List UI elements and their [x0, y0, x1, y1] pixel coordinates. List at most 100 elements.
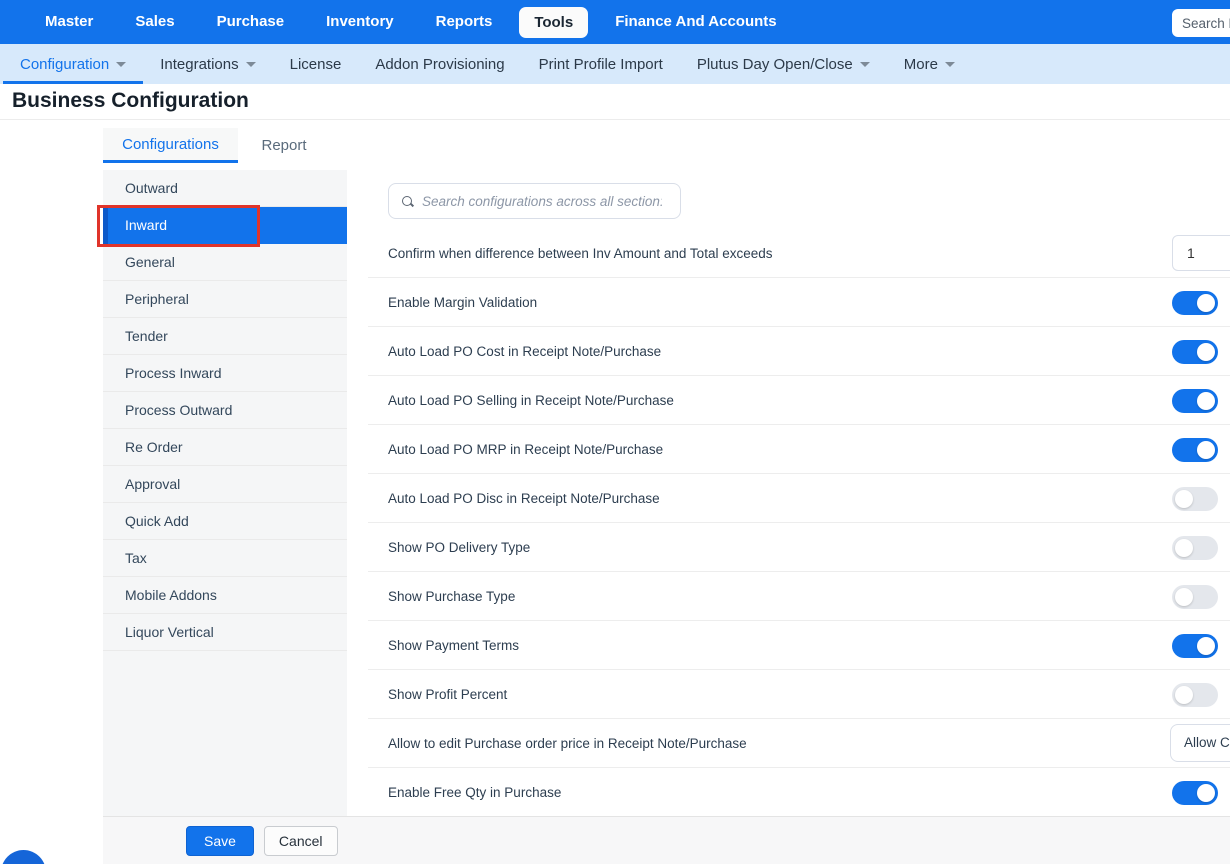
sidebar-item-process-outward[interactable]: Process Outward	[103, 392, 347, 429]
sidebar-item-tax[interactable]: Tax	[103, 540, 347, 577]
setting-row-auto-load-po-mrp-in-receipt-note-purchase: Auto Load PO MRP in Receipt Note/Purchas…	[368, 425, 1230, 474]
cancel-button[interactable]: Cancel	[263, 825, 338, 856]
topnav-item-tools[interactable]: Tools	[519, 6, 589, 38]
setting-row-show-purchase-type: Show Purchase Type	[368, 572, 1230, 621]
subnav-item-configuration[interactable]: Configuration	[3, 44, 144, 84]
toggle-switch[interactable]	[1172, 340, 1218, 364]
setting-row-show-profit-percent: Show Profit Percent	[368, 670, 1230, 719]
topnav-item-inventory[interactable]: Inventory	[305, 0, 415, 44]
app-window: Master Sales Purchase Inventory Reports Tools…	[0, 0, 1230, 864]
sidebar-item-approval[interactable]: Approval	[103, 466, 347, 503]
setting-label: Show Payment Terms	[388, 637, 520, 653]
subnav-item-label: Addon Provisioning	[375, 55, 505, 73]
subnav-item-label: More	[903, 55, 938, 73]
setting-row-show-payment-terms: Show Payment Terms	[368, 621, 1230, 670]
subnav-item-label: Print Profile Import	[538, 55, 663, 73]
top-nav-items: Master Sales Purchase Inventory Reports Tools…	[0, 0, 1230, 44]
toggle-switch[interactable]	[1172, 536, 1218, 560]
setting-row-enable-free-qty-in-purchase: Enable Free Qty in Purchase	[368, 768, 1230, 816]
setting-label: Enable Margin Validation	[388, 294, 538, 310]
content-area: Configurations Report Outward Inward Genera…	[0, 120, 1230, 864]
sidebar-item-liquor-vertical[interactable]: Liquor Vertical	[103, 614, 347, 651]
chevron-down-icon	[859, 61, 870, 67]
sidebar-item-inward[interactable]: Inward	[103, 207, 347, 244]
setting-select[interactable]: Allow Co	[1170, 724, 1230, 762]
subnav-item-plutus-day-open-close[interactable]: Plutus Day Open/Close	[680, 44, 887, 84]
toggle-switch[interactable]	[1172, 291, 1218, 315]
config-search-input[interactable]	[422, 193, 662, 209]
subnav-item-label: Integrations	[160, 55, 239, 73]
toggle-knob	[1197, 637, 1215, 655]
settings-rows: Confirm when difference between Inv Amou…	[368, 229, 1230, 816]
setting-label: Show Profit Percent	[388, 686, 508, 702]
setting-row-auto-load-po-disc-in-receipt-note-purchase: Auto Load PO Disc in Receipt Note/Purcha…	[368, 474, 1230, 523]
setting-label: Confirm when difference between Inv Amou…	[388, 245, 773, 261]
topnav-item-master[interactable]: Master	[24, 0, 114, 44]
sidebar-item-general[interactable]: General	[103, 244, 347, 281]
toggle-switch[interactable]	[1172, 438, 1218, 462]
topnav-item-sales[interactable]: Sales	[114, 0, 195, 44]
toggle-switch[interactable]	[1172, 389, 1218, 413]
toggle-knob	[1175, 686, 1193, 704]
topnav-item-finance-and-accounts[interactable]: Finance And Accounts	[594, 0, 797, 44]
toggle-knob	[1175, 588, 1193, 606]
setting-label: Show Purchase Type	[388, 588, 516, 604]
setting-row-allow-to-edit-purchase-order-price-in-receipt-note-purchase: Allow to edit Purchase order price in Re…	[368, 719, 1230, 768]
page-title-bar: Business Configuration	[0, 84, 1230, 120]
setting-row-show-po-delivery-type: Show PO Delivery Type	[368, 523, 1230, 572]
tab-configurations[interactable]: Configurations	[103, 128, 238, 163]
subnav-item-license[interactable]: License	[273, 44, 359, 84]
page-title: Business Configuration	[12, 89, 249, 112]
sidebar-item-process-inward[interactable]: Process Inward	[103, 355, 347, 392]
setting-label: Allow to edit Purchase order price in Re…	[388, 735, 747, 751]
sidebar-item-re-order[interactable]: Re Order	[103, 429, 347, 466]
setting-row-confirm-when-difference-between-inv-amount-and-total-exceeds: Confirm when difference between Inv Amou…	[368, 229, 1230, 278]
toggle-switch[interactable]	[1172, 683, 1218, 707]
topnav-item-purchase[interactable]: Purchase	[196, 0, 306, 44]
toggle-knob	[1197, 392, 1215, 410]
sidebar-item-peripheral[interactable]: Peripheral	[103, 281, 347, 318]
setting-label: Show PO Delivery Type	[388, 539, 531, 555]
setting-row-enable-margin-validation: Enable Margin Validation	[368, 278, 1230, 327]
config-sections-sidebar: Outward Inward General Peripheral Tender Proc…	[103, 170, 347, 816]
setting-label: Auto Load PO MRP in Receipt Note/Purchas…	[388, 441, 664, 457]
setting-value-input[interactable]	[1172, 235, 1230, 271]
chevron-down-icon	[944, 61, 955, 67]
tab-bar: Configurations Report	[103, 128, 330, 163]
toggle-knob	[1175, 539, 1193, 557]
toggle-switch[interactable]	[1172, 487, 1218, 511]
save-button[interactable]: Save	[186, 825, 254, 856]
config-search-box	[388, 183, 681, 219]
settings-panel: Confirm when difference between Inv Amou…	[368, 170, 1230, 816]
footer-action-bar: Save Cancel	[103, 816, 1230, 864]
chevron-down-icon	[245, 61, 256, 67]
sidebar-item-mobile-addons[interactable]: Mobile Addons	[103, 577, 347, 614]
subnav-item-label: Plutus Day Open/Close	[696, 55, 853, 73]
chevron-down-icon	[116, 61, 127, 67]
toggle-knob	[1175, 490, 1193, 508]
toggle-knob	[1197, 343, 1215, 361]
sidebar-item-tender[interactable]: Tender	[103, 318, 347, 355]
sidebar-item-outward[interactable]: Outward	[103, 170, 347, 207]
toggle-switch[interactable]	[1172, 634, 1218, 658]
tab-report[interactable]: Report	[238, 128, 330, 163]
subnav-item-addon-provisioning[interactable]: Addon Provisioning	[358, 44, 521, 84]
sidebar-item-quick-add[interactable]: Quick Add	[103, 503, 347, 540]
global-search-input[interactable]	[1172, 9, 1230, 37]
secondary-navbar: Configuration Integrations License Addon Pr…	[0, 44, 1230, 84]
secondary-nav-items: Configuration Integrations License Addon Pr…	[0, 44, 1230, 84]
subnav-item-label: License	[289, 55, 342, 73]
setting-row-auto-load-po-selling-in-receipt-note-purchase: Auto Load PO Selling in Receipt Note/Pur…	[368, 376, 1230, 425]
topnav-item-reports[interactable]: Reports	[415, 0, 514, 44]
toggle-switch[interactable]	[1172, 585, 1218, 609]
subnav-item-print-profile-import[interactable]: Print Profile Import	[522, 44, 680, 84]
subnav-item-label: Configuration	[20, 55, 110, 73]
search-icon	[402, 195, 413, 207]
subnav-item-more[interactable]: More	[887, 44, 972, 84]
toggle-knob	[1197, 784, 1215, 802]
toggle-knob	[1197, 294, 1215, 312]
subnav-item-integrations[interactable]: Integrations	[143, 44, 272, 84]
setting-row-auto-load-po-cost-in-receipt-note-purchase: Auto Load PO Cost in Receipt Note/Purcha…	[368, 327, 1230, 376]
toggle-switch[interactable]	[1172, 781, 1218, 805]
toggle-knob	[1197, 441, 1215, 459]
